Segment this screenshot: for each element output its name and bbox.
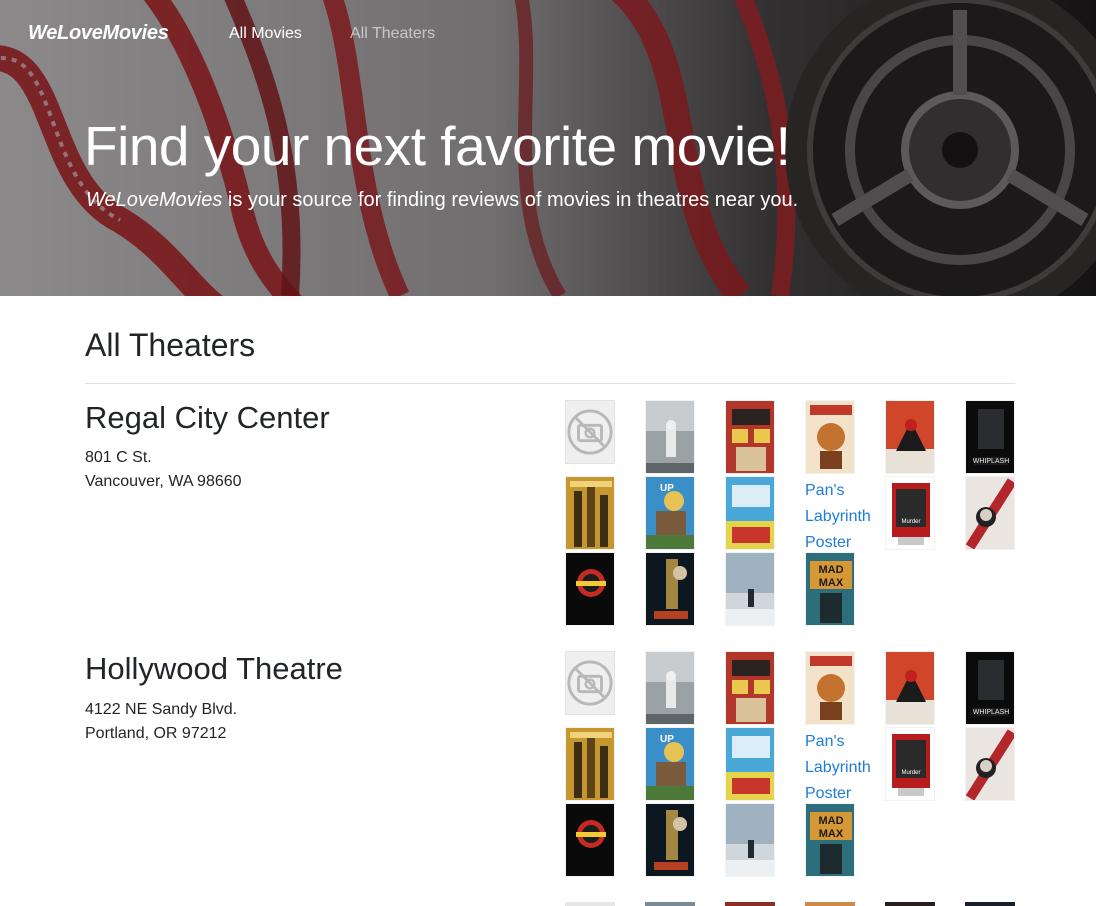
- movie-poster-mad-max[interactable]: MAD MAX: [805, 803, 855, 877]
- poster-grid: WHIPLASH UP Pan's Labyrinth Poster Murder MA…: [565, 651, 1015, 887]
- movie-poster-raiders-of-the-lost-ark[interactable]: [805, 651, 855, 725]
- svg-text:MAX: MAX: [819, 577, 844, 589]
- movie-poster-pans-labyrinth-alt-link[interactable]: Pan's Labyrinth Poster: [805, 478, 881, 556]
- brand-logo-link[interactable]: WeLoveMovies: [28, 22, 169, 45]
- svg-text:Murder: Murder: [901, 519, 920, 525]
- movie-poster-interstellar[interactable]: [645, 651, 695, 725]
- no-image-icon[interactable]: [565, 651, 615, 715]
- nav-link-all-movies[interactable]: All Movies: [229, 25, 302, 43]
- theater-address-line1: 4122 NE Sandy Blvd.: [85, 701, 238, 718]
- movie-poster-metropolis[interactable]: [565, 727, 615, 801]
- movie-poster-come-play[interactable]: [725, 552, 775, 626]
- movie-poster-come-play[interactable]: [725, 803, 775, 877]
- movie-poster-rear-window[interactable]: [725, 400, 775, 474]
- theater-address-line2: Portland, OR 97212: [85, 725, 227, 742]
- theater-card: Regal City Center 801 C St. Vancouver, W…: [85, 400, 1015, 636]
- movie-poster-spider-verse[interactable]: [885, 400, 935, 474]
- hero-lead-text: is your source for finding reviews of mo…: [222, 189, 799, 211]
- poster-grid: WHIPLASH UP Pan's Labyrinth Poster Murder MA…: [565, 400, 1015, 636]
- movie-poster-monty-python-holy-grail[interactable]: [725, 476, 775, 550]
- svg-text:MAD: MAD: [818, 564, 843, 576]
- hero-lead: WeLoveMovies is your source for finding …: [86, 189, 798, 212]
- movie-poster-mad-max[interactable]: MAD MAX: [805, 552, 855, 626]
- movie-poster-blade-runner[interactable]: [645, 803, 695, 877]
- svg-text:UP: UP: [660, 483, 674, 494]
- movie-poster-metropolis[interactable]: [565, 476, 615, 550]
- hero-banner: WeLoveMovies All Movies All Theaters Fin…: [0, 0, 1096, 296]
- movie-poster-whiplash[interactable]: WHIPLASH: [965, 400, 1015, 474]
- svg-text:MAX: MAX: [819, 828, 844, 840]
- movie-poster-rear-window[interactable]: [725, 651, 775, 725]
- movie-poster-whiplash[interactable]: WHIPLASH: [965, 651, 1015, 725]
- next-theater-posters-partial: [565, 902, 1015, 906]
- page-heading: All Theaters: [85, 327, 256, 363]
- svg-text:WHIPLASH: WHIPLASH: [973, 709, 1010, 716]
- movie-poster-blade-runner[interactable]: [645, 552, 695, 626]
- hero-lead-brand: WeLoveMovies: [86, 189, 223, 211]
- theater-name: Hollywood Theatre: [85, 651, 343, 686]
- svg-text:MAD: MAD: [818, 815, 843, 827]
- no-image-icon[interactable]: [565, 400, 615, 464]
- svg-text:WHIPLASH: WHIPLASH: [973, 458, 1010, 465]
- movie-poster-jurassic-park[interactable]: [565, 803, 615, 877]
- movie-poster-v-for-vendetta[interactable]: [965, 476, 1015, 550]
- svg-text:UP: UP: [660, 734, 674, 745]
- movie-poster-monty-python-holy-grail[interactable]: [725, 727, 775, 801]
- movie-poster-raiders-of-the-lost-ark[interactable]: [805, 400, 855, 474]
- movie-poster-dial-m-for-murder[interactable]: Murder: [885, 476, 935, 550]
- movie-poster-spider-verse[interactable]: [885, 651, 935, 725]
- movie-poster-jurassic-park[interactable]: [565, 552, 615, 626]
- navbar: WeLoveMovies All Movies All Theaters: [0, 0, 1096, 68]
- theater-card: Hollywood Theatre 4122 NE Sandy Blvd. Po…: [85, 651, 1015, 887]
- theater-address-line1: 801 C St.: [85, 449, 152, 466]
- movie-poster-up[interactable]: UP: [645, 476, 695, 550]
- movie-poster-dial-m-for-murder[interactable]: Murder: [885, 727, 935, 801]
- hero-title: Find your next favorite movie!: [84, 115, 791, 177]
- movie-poster-up[interactable]: UP: [645, 727, 695, 801]
- heading-divider: [85, 383, 1015, 384]
- svg-text:Murder: Murder: [901, 770, 920, 776]
- movie-poster-pans-labyrinth-alt-link[interactable]: Pan's Labyrinth Poster: [805, 729, 881, 807]
- nav-link-all-theaters[interactable]: All Theaters: [350, 25, 435, 43]
- theater-name: Regal City Center: [85, 400, 330, 435]
- theater-address-line2: Vancouver, WA 98660: [85, 473, 242, 490]
- movie-poster-interstellar[interactable]: [645, 400, 695, 474]
- movie-poster-v-for-vendetta[interactable]: [965, 727, 1015, 801]
